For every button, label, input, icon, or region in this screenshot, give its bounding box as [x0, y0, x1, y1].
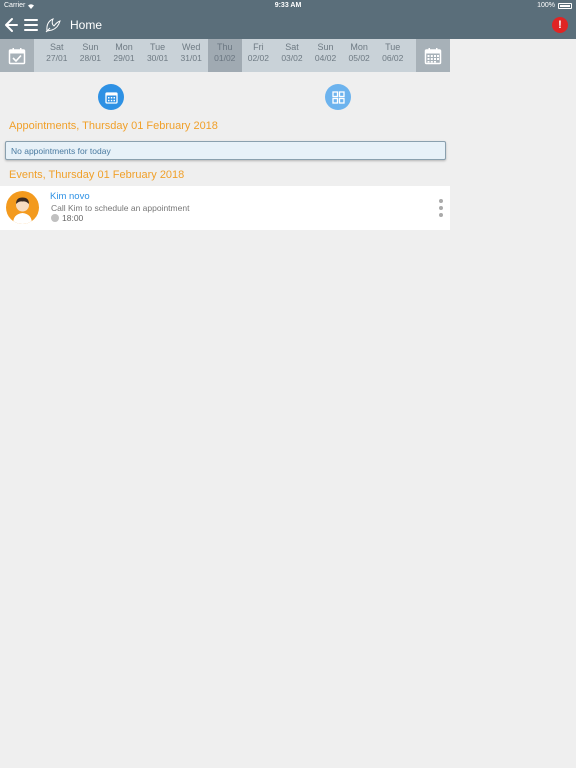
day-name: Sat — [50, 42, 64, 52]
event-description: Call Kim to schedule an appointment — [51, 203, 190, 213]
day-name: Sat — [285, 42, 299, 52]
appointments-heading: Appointments, Thursday 01 February 2018 — [9, 120, 218, 132]
clock-icon — [51, 214, 59, 222]
back-arrow-icon[interactable] — [4, 17, 18, 33]
day-9[interactable]: Mon 05/02 — [342, 39, 376, 72]
day-6[interactable]: Fri 02/02 — [242, 39, 276, 72]
event-contact-name[interactable]: Kim novo — [50, 191, 90, 202]
battery-indicator: 100% — [537, 2, 572, 9]
more-options-icon[interactable] — [438, 199, 444, 217]
event-item[interactable]: Kim novo Call Kim to schedule an appoint… — [0, 186, 450, 230]
day-name: Thu — [217, 42, 233, 52]
alert-icon[interactable]: ! — [552, 17, 568, 33]
app-logo-icon — [45, 18, 61, 33]
status-time: 9:33 AM — [274, 2, 302, 9]
calendar-check-icon — [8, 47, 26, 64]
day-4[interactable]: Wed 31/01 — [174, 39, 208, 72]
day-date: 04/02 — [314, 53, 337, 63]
day-2[interactable]: Mon 29/01 — [107, 39, 141, 72]
event-time: 18:00 — [51, 213, 83, 223]
day-5[interactable]: Thu 01/02 — [207, 39, 242, 72]
navigation-bar: Home ! — [0, 12, 576, 39]
page-title: Home — [70, 18, 103, 32]
status-bar: Carrier 9:33 AM 100% — [0, 0, 576, 12]
day-date: 31/01 — [180, 53, 202, 63]
day-date: 28/01 — [79, 53, 102, 63]
battery-icon — [558, 2, 572, 9]
grid-icon — [331, 90, 345, 104]
day-date: 06/02 — [382, 53, 404, 63]
day-1[interactable]: Sun 28/01 — [74, 39, 108, 72]
day-name: Mon — [115, 42, 133, 52]
grid-view-button[interactable] — [325, 84, 351, 110]
day-name: Sun — [82, 42, 99, 52]
events-heading: Events, Thursday 01 February 2018 — [9, 169, 185, 181]
person-avatar-icon — [13, 197, 32, 224]
day-3[interactable]: Tue 30/01 — [141, 39, 175, 72]
calendar-icon — [104, 91, 118, 104]
calendar-month-icon — [424, 47, 442, 64]
day-name: Tue — [149, 42, 166, 52]
hamburger-menu-icon[interactable] — [24, 19, 38, 31]
date-strip: Sat 27/01 Sun 28/01 Mon 29/01 Tue 30/01 Wed 31/01… — [0, 39, 450, 72]
day-name: Sun — [317, 42, 334, 52]
day-10[interactable]: Tue 06/02 — [376, 39, 410, 72]
day-name: Mon — [350, 42, 368, 52]
day-date: 02/02 — [247, 53, 269, 63]
battery-label: 100% — [537, 2, 555, 9]
day-date: 30/01 — [146, 53, 169, 63]
day-date: 05/02 — [348, 53, 370, 63]
day-name: Fri — [253, 42, 264, 52]
day-selector: Sat 27/01 Sun 28/01 Mon 29/01 Tue 30/01 Wed 31/01… — [40, 39, 410, 72]
day-date: 01/02 — [214, 53, 236, 63]
day-name: Wed — [182, 42, 201, 52]
day-0[interactable]: Sat 27/01 — [40, 39, 74, 72]
day-date: 29/01 — [113, 53, 135, 63]
event-time-label: 18:00 — [62, 213, 84, 223]
day-date: 03/02 — [281, 53, 303, 63]
day-date: 27/01 — [46, 53, 68, 63]
no-appointments-message: No appointments for today — [5, 141, 446, 160]
calendar-grid-button[interactable] — [416, 39, 450, 72]
calendar-check-button[interactable] — [0, 39, 34, 72]
day-name: Tue — [385, 42, 401, 52]
avatar — [6, 191, 39, 224]
day-8[interactable]: Sun 04/02 — [309, 39, 343, 72]
calendar-view-button[interactable] — [98, 84, 124, 110]
day-7[interactable]: Sat 03/02 — [275, 39, 309, 72]
